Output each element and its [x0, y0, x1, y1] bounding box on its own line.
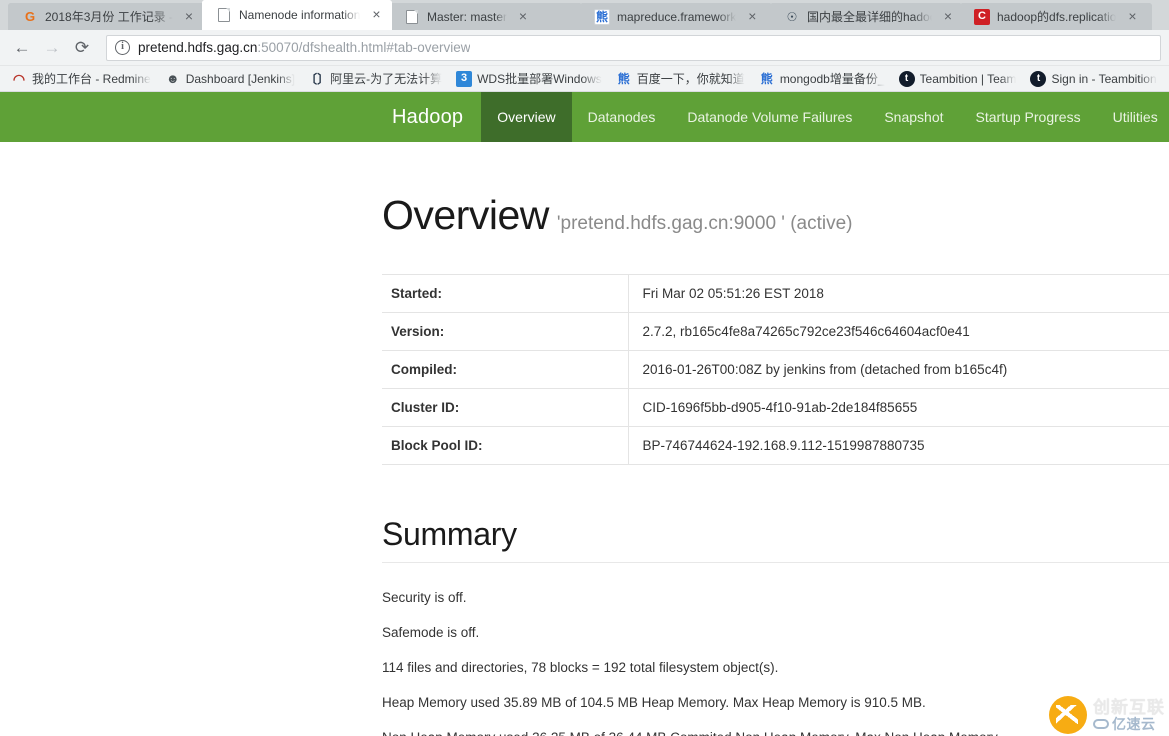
row-label: Compiled: [382, 350, 629, 389]
reload-button[interactable]: ⟳ [68, 34, 96, 62]
row-value: CID-1696f5bb-d905-4f10-91ab-2de184f85655 [628, 388, 1169, 427]
row-value: Fri Mar 02 05:51:26 EST 2018 [628, 274, 1169, 313]
bookmark-item[interactable]: t Teambition | Team [892, 68, 1024, 90]
tab-title: 国内最全最详细的hadoo [807, 10, 932, 24]
close-icon[interactable]: × [515, 8, 531, 25]
baidu-icon: 熊 [617, 71, 630, 86]
browser-toolbar: ← → ⟳ i pretend.hdfs.gag.cn:50070/dfshea… [0, 30, 1169, 66]
summary-line-non-heap-memory: Non Heap Memory used 36.25 MB of 36.44 M… [382, 730, 1169, 736]
hadoop-navbar: Hadoop Overview Datanodes Datanode Volum… [0, 92, 1169, 142]
summary-divider [382, 562, 1169, 564]
main-content: Overview 'pretend.hdfs.gag.cn:9000 ' (act… [0, 195, 1169, 736]
close-icon[interactable]: × [368, 7, 384, 23]
teambition-icon: t [898, 70, 915, 87]
table-row: Started: Fri Mar 02 05:51:26 EST 2018 [382, 274, 1169, 313]
bookmark-item[interactable]: ☻ Dashboard [Jenkins] [158, 68, 302, 90]
summary-line-files: 114 files and directories, 78 blocks = 1… [382, 660, 779, 676]
bookmark-label: 百度一下，你就知道 [636, 72, 745, 86]
tab-title: Master: master [427, 9, 508, 24]
close-icon[interactable]: × [1124, 8, 1140, 25]
summary-line-safemode: Safemode is off. [382, 625, 480, 641]
url-text: pretend.hdfs.gag.cn:50070/dfshealth.html… [138, 40, 470, 55]
row-label: Block Pool ID: [382, 426, 629, 465]
bookmark-label: 我的工作台 - Redmine [32, 72, 151, 86]
baidu-icon: 熊 [594, 8, 610, 25]
address-bar[interactable]: i pretend.hdfs.gag.cn:50070/dfshealth.ht… [106, 34, 1161, 61]
tab-title: 2018年3月份 工作记录 - [45, 10, 173, 24]
csdn-icon: C [974, 8, 990, 25]
browser-tab[interactable]: C hadoop的dfs.replicatio × [960, 3, 1152, 30]
table-row: Compiled: 2016-01-26T00:08Z by jenkins f… [382, 350, 1169, 389]
zhihu-icon: ☉ [786, 9, 798, 24]
table-row: Cluster ID: CID-1696f5bb-d905-4f10-91ab-… [382, 388, 1169, 427]
nav-item-overview[interactable]: Overview [481, 92, 572, 142]
nav-item-datanodes[interactable]: Datanodes [572, 92, 672, 142]
bookmark-label: 阿里云-为了无法计算 [330, 72, 443, 86]
page-title-text: Overview [382, 192, 549, 238]
browser-chrome: G 2018年3月份 工作记录 - × Namenode information… [0, 0, 1169, 92]
bookmark-item[interactable]: t Sign in - Teambition [1023, 68, 1163, 90]
forward-button[interactable]: → [38, 34, 66, 62]
bookmark-label: Dashboard [Jenkins] [185, 71, 296, 86]
tab-title: hadoop的dfs.replicatio [997, 10, 1117, 24]
page-title: Overview 'pretend.hdfs.gag.cn:9000 ' (act… [382, 195, 1169, 236]
teambition-icon: t [1030, 70, 1047, 87]
table-row: Block Pool ID: BP-746744624-192.168.9.11… [382, 426, 1169, 465]
url-path: :50070/dfshealth.html#tab-overview [257, 40, 471, 55]
document-icon [404, 9, 420, 25]
bookmarks-bar: ◠ 我的工作台 - Redmine ☻ Dashboard [Jenkins] … [0, 66, 1169, 92]
bookmark-label: Sign in - Teambition [1051, 71, 1157, 86]
bookmark-item[interactable]: 3 WDS批量部署Windows [449, 68, 609, 90]
cluster-info-table: Started: Fri Mar 02 05:51:26 EST 2018 Ve… [382, 274, 1169, 465]
summary-line-heap-memory: Heap Memory used 35.89 MB of 104.5 MB He… [382, 695, 926, 711]
browser-tab[interactable]: Master: master × [390, 3, 582, 30]
page-content: Hadoop Overview Datanodes Datanode Volum… [0, 92, 1169, 736]
jenkins-icon: ☻ [165, 71, 180, 86]
back-button[interactable]: ← [8, 34, 36, 62]
row-label: Version: [382, 312, 629, 351]
close-icon[interactable]: × [744, 8, 760, 25]
gmail-icon: G [24, 9, 36, 24]
wds-icon: 3 [456, 70, 473, 87]
document-icon [216, 7, 232, 23]
tab-strip: G 2018年3月份 工作记录 - × Namenode information… [0, 0, 1169, 30]
browser-tab[interactable]: G 2018年3月份 工作记录 - × [8, 3, 204, 30]
bookmark-item[interactable]: ◠ 我的工作台 - Redmine [4, 68, 158, 90]
browser-tab[interactable]: 熊 mapreduce.framework × [580, 3, 772, 30]
bookmark-item[interactable]: 〔〕 阿里云-为了无法计算 [302, 68, 449, 90]
row-value: 2016-01-26T00:08Z by jenkins from (detac… [628, 350, 1169, 389]
bookmark-label: mongodb增量备份_ [779, 72, 885, 86]
browser-tab[interactable]: ☉ 国内最全最详细的hadoo × [770, 3, 962, 30]
nav-item-datanode-volume-failures[interactable]: Datanode Volume Failures [671, 92, 868, 142]
row-label: Cluster ID: [382, 388, 629, 427]
nav-item-utilities[interactable]: Utilities [1097, 92, 1169, 142]
aliyun-icon: 〔〕 [305, 71, 330, 86]
table-row: Version: 2.7.2, rb165c4fe8a74265c792ce23… [382, 312, 1169, 351]
summary-title: Summary [382, 516, 517, 552]
row-label: Started: [382, 274, 629, 313]
bookmark-label: WDS批量部署Windows [477, 72, 602, 86]
close-icon[interactable]: × [940, 8, 956, 25]
bookmark-item[interactable]: 熊 mongodb增量备份_ [752, 68, 892, 90]
baidu-icon: 熊 [760, 71, 773, 86]
tab-title: mapreduce.framework [617, 9, 737, 24]
redmine-icon: ◠ [12, 70, 26, 87]
page-subtitle: 'pretend.hdfs.gag.cn:9000 ' (active) [556, 213, 853, 234]
row-value: BP-746744624-192.168.9.112-1519987880735 [628, 426, 1169, 465]
site-info-icon[interactable]: i [115, 40, 130, 55]
nav-item-startup-progress[interactable]: Startup Progress [960, 92, 1097, 142]
brand-logo[interactable]: Hadoop [374, 92, 481, 142]
browser-tab-active[interactable]: Namenode information × [202, 0, 392, 30]
url-host: pretend.hdfs.gag.cn [138, 40, 258, 55]
nav-item-snapshot[interactable]: Snapshot [868, 92, 959, 142]
bookmark-label: Teambition | Team [919, 71, 1017, 86]
summary-line-security: Security is off. [382, 590, 467, 606]
bookmark-item[interactable]: 熊 百度一下，你就知道 [609, 68, 752, 90]
row-value: 2.7.2, rb165c4fe8a74265c792ce23f546c6460… [628, 312, 1169, 351]
tab-title: Namenode information [239, 8, 361, 22]
close-icon[interactable]: × [181, 8, 197, 25]
